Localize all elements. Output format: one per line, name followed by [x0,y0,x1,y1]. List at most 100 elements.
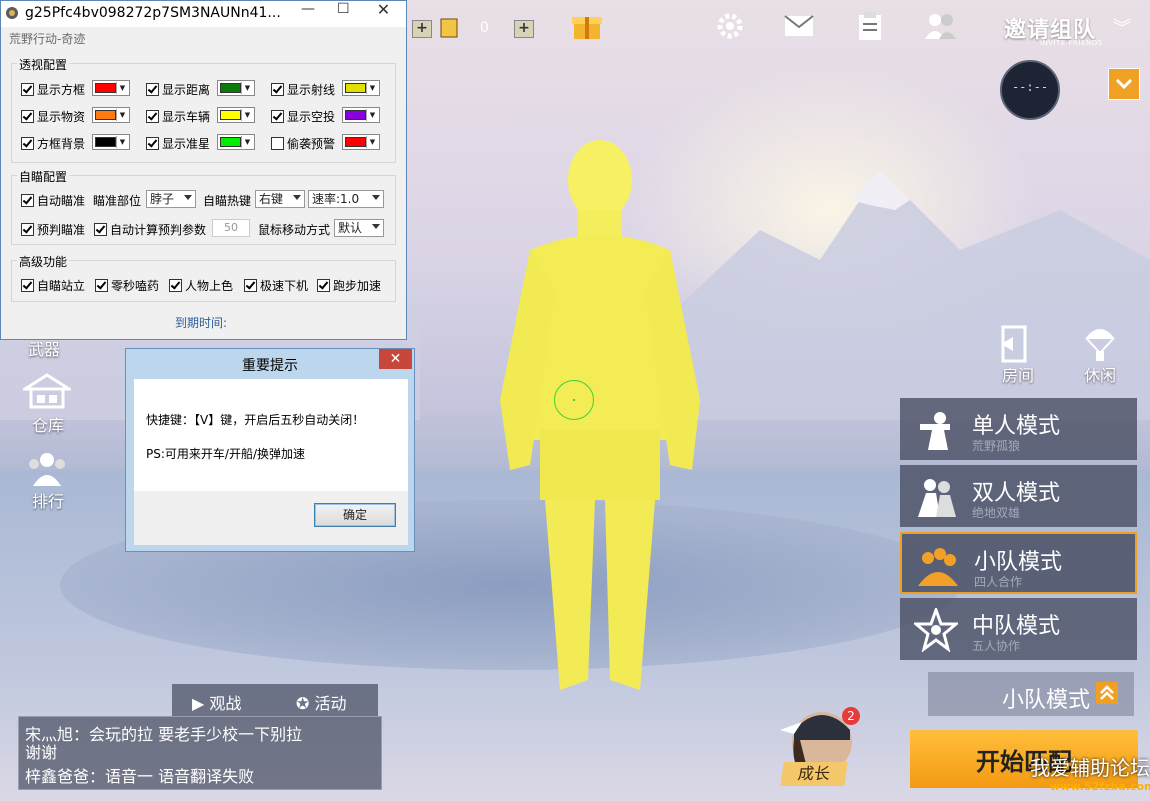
checkbox-box[interactable] [271,110,284,123]
advanced-option-checkbox[interactable]: 自瞄站立 [21,277,85,294]
color-picker[interactable]: ▼ [217,80,255,96]
auto-aim-checkbox[interactable]: 自动瞄准 [21,192,85,209]
esp-option-checkbox[interactable]: 显示车辆 [146,108,210,125]
sidebar-item-ranking-label[interactable]: 排行 [32,488,64,512]
ok-button[interactable]: 确定 [314,503,396,527]
chevrons-up-icon [1096,682,1118,704]
window-titlebar[interactable]: g25Pfc4bv098272p7SM3NAUNn41... — ☐ ✕ [1,1,406,27]
mode-subtitle: 荒野孤狼 [972,439,1021,453]
checkbox-box[interactable] [146,110,159,123]
checkbox-box[interactable] [21,137,34,150]
warehouse-icon[interactable] [22,372,72,410]
esp-option-checkbox[interactable]: 显示准星 [146,135,210,152]
add-currency-button-2[interactable]: + [514,20,534,38]
dropdown-arrow-icon [372,224,380,229]
mail-icon[interactable] [783,12,815,40]
door-icon[interactable] [998,324,1032,364]
color-picker[interactable]: ▼ [342,107,380,123]
mode-card-solo[interactable]: 单人模式 荒野孤狼 [900,398,1137,460]
color-picker[interactable]: ▼ [92,80,130,96]
color-picker[interactable]: ▼ [342,134,380,150]
checkbox-box[interactable] [317,279,330,292]
checkbox-box[interactable] [271,137,284,150]
esp-option-label: 显示射线 [287,83,336,97]
chevron-down-icon[interactable]: ︾ [1110,14,1134,40]
casual-label[interactable]: 休闲 [1084,362,1116,386]
settings-gear-icon[interactable] [714,10,746,42]
color-picker[interactable]: ▼ [342,80,380,96]
esp-option-checkbox[interactable]: 显示射线 [271,81,335,98]
checkbox-box[interactable] [146,137,159,150]
mode-card-platoon[interactable]: 中队模式 五人协作 [900,598,1137,660]
close-button[interactable]: ✕ [361,1,406,21]
dialog-close-button[interactable]: ✕ [379,349,412,369]
auto-calc-checkbox[interactable]: 自动计算预判参数 [94,221,206,238]
gift-icon[interactable] [570,8,604,42]
room-label[interactable]: 房间 [1002,362,1034,386]
advanced-option-checkbox[interactable]: 零秒嗑药 [95,277,159,294]
hotkey-select[interactable]: 右键 [255,190,305,208]
predict-param-input[interactable]: 50 [212,219,250,237]
checkbox-box[interactable] [21,83,34,96]
chat-box[interactable]: 宋灬旭：会玩的拉 要老手少校一下别拉 谢谢 梓鑫爸爸：语音一 语音翻译失败 [18,716,382,790]
esp-option-checkbox[interactable]: 偷袭预警 [271,135,335,152]
esp-option-label: 显示物资 [37,110,86,124]
predict-aim-checkbox[interactable]: 预判瞄准 [21,221,85,238]
tab-spectate[interactable]: ▶ 观战 [192,690,241,714]
mode-card-duo[interactable]: 双人模式 绝地双雄 [900,465,1137,527]
color-picker[interactable]: ▼ [92,134,130,150]
expand-panel-button[interactable] [1108,68,1140,100]
color-swatch [220,137,241,147]
checkbox-box[interactable] [169,279,182,292]
dropdown-arrow-icon [372,195,380,200]
clipboard-icon[interactable] [855,10,885,42]
advanced-option-checkbox[interactable]: 跑步加速 [317,277,381,294]
chat-message: 宋灬旭：会玩的拉 要老手少校一下别拉 [25,725,303,744]
tab-events[interactable]: ✪ 活动 [296,690,347,714]
color-swatch [95,83,116,93]
color-picker[interactable]: ▼ [217,134,255,150]
checkbox-box[interactable] [244,279,257,292]
dialog-title: 重要提示 [242,358,298,374]
checkbox-box[interactable] [94,223,107,236]
checkbox-box[interactable] [21,194,34,207]
maximize-button[interactable]: ☐ [337,1,350,17]
esp-option-checkbox[interactable]: 显示距离 [146,81,210,98]
minimize-button[interactable]: — [301,1,315,17]
advanced-option-checkbox[interactable]: 极速下机 [244,277,308,294]
growth-label[interactable]: 成长 [780,762,848,786]
color-picker[interactable]: ▼ [92,107,130,123]
friends-icon[interactable] [922,10,958,42]
parachute-icon[interactable] [1082,322,1118,364]
checkbox-box[interactable] [146,83,159,96]
sidebar-item-warehouse-label[interactable]: 仓库 [32,412,64,436]
dialog-message-line: PS:可用来开车/开船/换弹加速 [146,447,305,461]
mode-card-squad[interactable]: 小队模式 四人合作 [900,532,1137,594]
add-currency-button[interactable]: + [412,20,432,38]
esp-option-checkbox[interactable]: 方框背景 [21,135,85,152]
mouse-mode-select[interactable]: 默认 [334,219,384,237]
mode-subtitle: 四人合作 [974,575,1023,589]
esp-option-label: 显示空投 [287,110,336,124]
checkbox-box[interactable] [21,223,34,236]
esp-option-checkbox[interactable]: 显示方框 [21,81,85,98]
advanced-option-label: 跑步加速 [333,279,382,293]
checkbox-box[interactable] [21,279,34,292]
speed-select[interactable]: 速率:1.0 [308,190,384,208]
checkbox-box[interactable] [95,279,108,292]
aim-part-select[interactable]: 脖子 [146,190,196,208]
ranking-icon[interactable] [24,450,70,488]
team-mode-selector[interactable]: 小队模式 [928,672,1134,716]
esp-option-checkbox[interactable]: 显示物资 [21,108,85,125]
checkbox-box[interactable] [21,110,34,123]
advanced-option-checkbox[interactable]: 人物上色 [169,277,233,294]
dropdown-arrow-icon: ▼ [241,136,253,148]
aim-part-value: 脖子 [150,192,175,206]
app-icon [6,7,18,19]
dropdown-arrow-icon: ▼ [366,109,378,121]
advanced-option-label: 自瞄站立 [37,279,86,293]
color-picker[interactable]: ▼ [217,107,255,123]
watermark-url: www.52fzba.com [1050,780,1150,793]
checkbox-box[interactable] [271,83,284,96]
esp-option-checkbox[interactable]: 显示空投 [271,108,335,125]
